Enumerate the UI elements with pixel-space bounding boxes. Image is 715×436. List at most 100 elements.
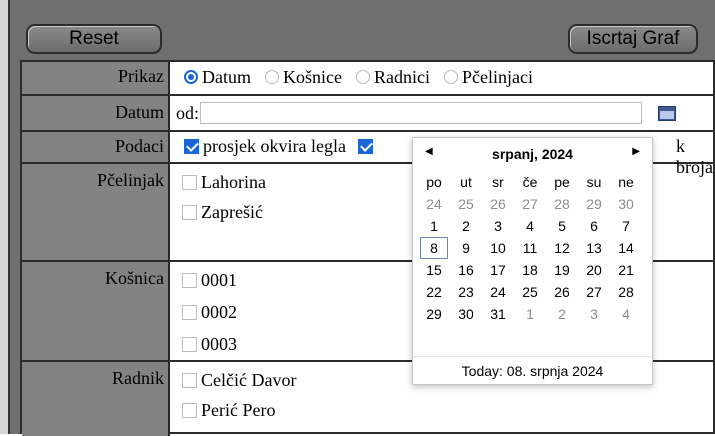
calendar-day[interactable]: 25 (517, 282, 543, 302)
data-option-brood-frames[interactable]: prosjek okvira legla (184, 136, 350, 156)
apiary-label: Lahorina (201, 172, 266, 192)
calendar-day[interactable]: 20 (581, 260, 607, 280)
calendar-day[interactable]: 3 (581, 304, 607, 324)
calendar-day[interactable]: 21 (613, 260, 639, 280)
calendar-day[interactable]: 2 (549, 304, 575, 324)
calendar-popup: ◀ srpanj, 2024 ▶ po ut sr če pe su ne 24 25 26 27 2… (412, 137, 653, 385)
calendar-day[interactable]: 16 (453, 260, 479, 280)
weekday-header: su (586, 174, 602, 190)
calendar-day[interactable]: 27 (517, 194, 543, 214)
calendar-day[interactable]: 30 (453, 304, 479, 324)
checkbox-hive[interactable] (182, 273, 197, 288)
display-mode-group: Datum Košnice Radnici Pčelinjaci (172, 62, 715, 94)
display-mode-date[interactable]: Datum (184, 67, 251, 88)
weekday-header: če (522, 174, 538, 190)
calendar-day[interactable]: 22 (421, 282, 447, 302)
calendar-day[interactable]: 11 (517, 238, 543, 258)
calendar-day[interactable]: 8 (420, 237, 448, 259)
checkbox-apiary[interactable] (182, 205, 197, 220)
calendar-day[interactable]: 1 (421, 216, 447, 236)
radio-hives-label: Košnice (283, 67, 342, 87)
calendar-day[interactable]: 27 (581, 282, 607, 302)
draw-graph-button[interactable]: Iscrtaj Graf (568, 24, 698, 54)
date-from-input[interactable] (200, 102, 642, 124)
weekday-header: ne (618, 174, 634, 190)
radio-hives[interactable] (265, 70, 279, 84)
calendar-icon[interactable] (658, 106, 676, 121)
calendar-day[interactable]: 13 (581, 238, 607, 258)
radio-date[interactable] (184, 70, 198, 84)
display-mode-apiaries[interactable]: Pčelinjaci (443, 67, 533, 88)
worker-label: Perić Pero (201, 400, 276, 420)
next-month-icon[interactable]: ▶ (632, 146, 640, 157)
calendar-day[interactable]: 28 (549, 194, 575, 214)
calendar-day[interactable]: 30 (613, 194, 639, 214)
calendar-day[interactable]: 17 (485, 260, 511, 280)
calendar-day[interactable]: 9 (453, 238, 479, 258)
calendar-day[interactable]: 2 (453, 216, 479, 236)
calendar-day[interactable]: 5 (549, 216, 575, 236)
calendar-day[interactable]: 4 (613, 304, 639, 324)
calendar-day[interactable]: 24 (421, 194, 447, 214)
row-label-podaci: Podaci (22, 132, 170, 162)
checkbox-hive[interactable] (182, 337, 197, 352)
hive-label: 0003 (201, 334, 237, 354)
weekday-header: sr (492, 174, 504, 190)
calendar-day[interactable]: 26 (485, 194, 511, 214)
hive-item[interactable]: 0001 (182, 270, 237, 291)
radio-apiaries[interactable] (443, 70, 458, 84)
date-field-area: od: (172, 96, 715, 130)
calendar-day[interactable]: 29 (581, 194, 607, 214)
row-label-pcelinjak: Pčelinjak (22, 164, 170, 260)
today-link[interactable]: Today: 08. srpnja 2024 (413, 356, 652, 384)
calendar-day[interactable]: 14 (613, 238, 639, 258)
calendar-day[interactable]: 26 (549, 282, 575, 302)
calendar-day[interactable]: 24 (485, 282, 511, 302)
row-label-kosnica: Košnica (22, 262, 170, 360)
row-datum: Datum od: (22, 96, 715, 132)
calendar-day[interactable]: 10 (485, 238, 511, 258)
calendar-day[interactable]: 12 (549, 238, 575, 258)
hive-label: 0002 (201, 302, 237, 322)
calendar-day[interactable]: 4 (517, 216, 543, 236)
calendar-day[interactable]: 7 (613, 216, 639, 236)
calendar-day[interactable]: 1 (517, 304, 543, 324)
row-label-prikaz: Prikaz (22, 62, 170, 94)
checkbox-second-data[interactable] (358, 139, 374, 154)
apiary-item[interactable]: Lahorina (182, 172, 266, 193)
display-mode-hives[interactable]: Košnice (265, 67, 342, 88)
calendar-day[interactable]: 28 (613, 282, 639, 302)
hive-label: 0001 (201, 270, 237, 290)
left-border (0, 0, 10, 434)
reset-button[interactable]: Reset (26, 24, 162, 54)
apiary-item[interactable]: Zaprešić (182, 202, 263, 223)
checkbox-brood-frames[interactable] (184, 139, 199, 154)
checkbox-apiary[interactable] (182, 175, 197, 190)
weekday-header: po (426, 174, 442, 190)
hive-item[interactable]: 0003 (182, 334, 237, 355)
calendar-day[interactable]: 29 (421, 304, 447, 324)
display-mode-workers[interactable]: Radnici (355, 67, 430, 88)
radio-workers[interactable] (355, 70, 370, 84)
radio-date-label: Datum (202, 67, 251, 87)
weekday-header: pe (554, 174, 570, 190)
calendar-day[interactable]: 15 (421, 260, 447, 280)
calendar-day[interactable]: 3 (485, 216, 511, 236)
calendar-day[interactable]: 18 (517, 260, 543, 280)
worker-item[interactable]: Celčić Davor (182, 370, 296, 391)
calendar-day[interactable]: 19 (549, 260, 575, 280)
calendar-day[interactable]: 6 (581, 216, 607, 236)
date-from-prefix: od: (176, 103, 200, 123)
checkbox-worker[interactable] (182, 373, 197, 388)
row-label-radnik: Radnik (22, 362, 170, 436)
row-label-datum: Datum (22, 96, 170, 130)
radio-apiaries-label: Pčelinjaci (461, 67, 533, 87)
checkbox-hive[interactable] (182, 305, 197, 320)
calendar-day[interactable]: 23 (453, 282, 479, 302)
calendar-day[interactable]: 25 (453, 194, 479, 214)
weekday-header: ut (460, 174, 472, 190)
worker-item[interactable]: Perić Pero (182, 400, 275, 421)
checkbox-worker[interactable] (182, 403, 197, 418)
hive-item[interactable]: 0002 (182, 302, 237, 323)
calendar-day[interactable]: 31 (485, 304, 511, 324)
